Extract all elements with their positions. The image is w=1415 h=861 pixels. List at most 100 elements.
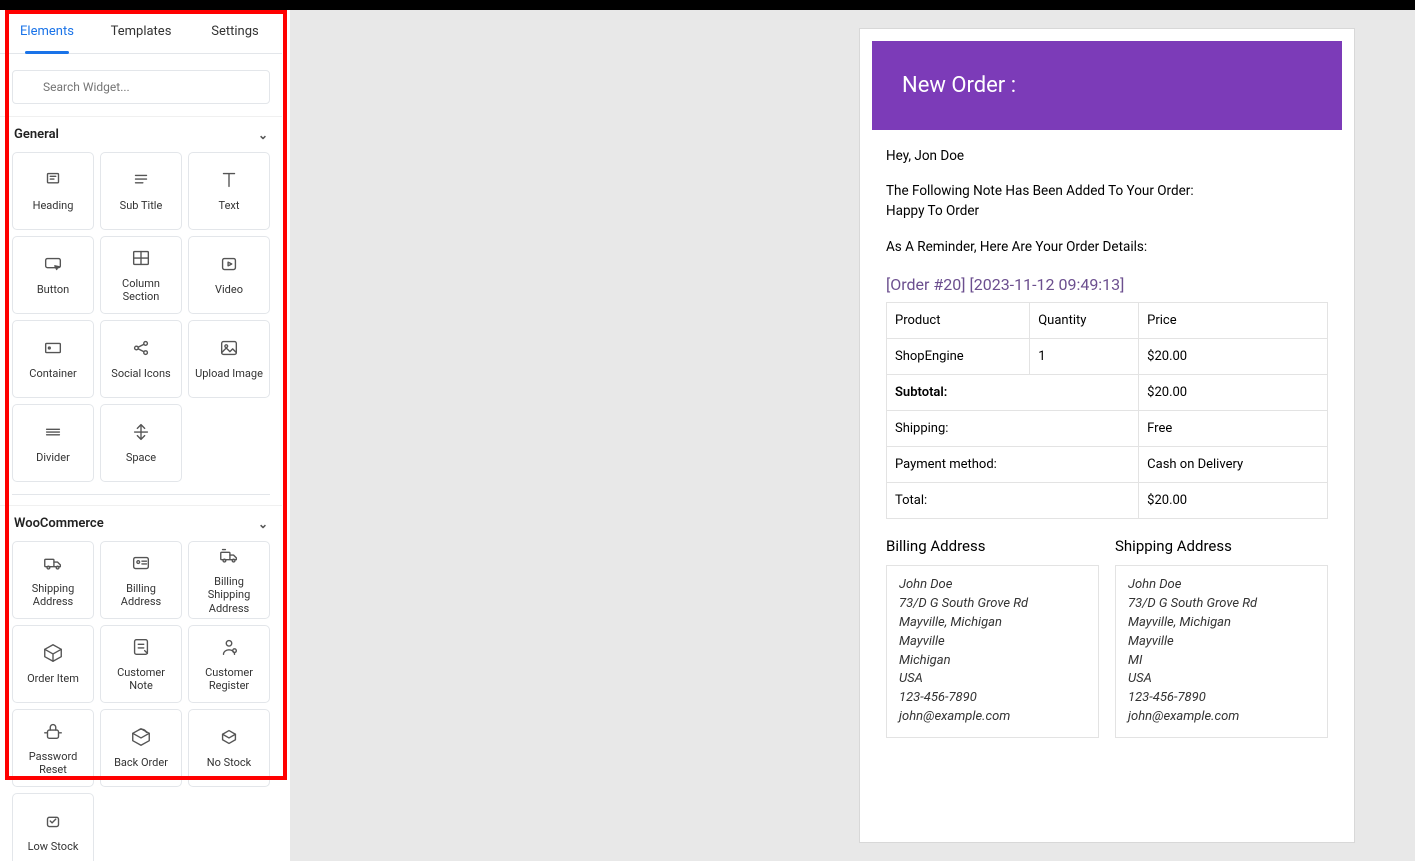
sidebar: Elements Templates Settings General ⌄ He… [0, 10, 290, 861]
cell-price: $20.00 [1139, 339, 1328, 375]
widget-user[interactable]: Customer Register [188, 625, 270, 703]
widget-social[interactable]: Social Icons [100, 320, 182, 398]
group-label-general: General [14, 127, 59, 142]
widget-button[interactable]: Button [12, 236, 94, 314]
table-row: ShopEngine 1 $20.00 [887, 339, 1328, 375]
tab-elements[interactable]: Elements [0, 10, 94, 53]
truck2-icon [218, 545, 240, 567]
subtotal-value: $20.00 [1139, 375, 1328, 411]
card-icon [130, 552, 152, 574]
tab-settings[interactable]: Settings [188, 10, 282, 53]
widget-columns[interactable]: Column Section [100, 236, 182, 314]
divider-icon [42, 421, 64, 443]
table-row: Payment method: Cash on Delivery [887, 447, 1328, 483]
box-icon [42, 642, 64, 664]
th-price: Price [1139, 303, 1328, 339]
table-row: Shipping: Free [887, 411, 1328, 447]
widget-label: No Stock [203, 756, 255, 769]
shipping-label: Shipping: [887, 411, 1139, 447]
widget-card[interactable]: Billing Address [100, 541, 182, 619]
widget-label: Shipping Address [13, 582, 93, 608]
widget-truck2[interactable]: Billing Shipping Address [188, 541, 270, 619]
payment-value: Cash on Delivery [1139, 447, 1328, 483]
button-icon [42, 253, 64, 275]
group-head-woo[interactable]: WooCommerce ⌄ [0, 505, 282, 541]
tabs-row: Elements Templates Settings [0, 10, 282, 54]
widget-divider[interactable]: Divider [12, 404, 94, 482]
addr-line: Mayville, Michigan [899, 614, 1086, 633]
widget-label: Container [25, 367, 80, 380]
canvas: New Order : Hey, Jon Doe The Following N… [290, 10, 1415, 861]
boxlow-icon [42, 810, 64, 832]
widget-note[interactable]: Customer Note [100, 625, 182, 703]
widget-label: Password Reset [13, 750, 93, 776]
table-row: Subtotal: $20.00 [887, 375, 1328, 411]
widget-box[interactable]: Order Item [12, 625, 94, 703]
order-meta: [Order #20] [2023-11-12 09:49:13] [886, 275, 1328, 294]
user-icon [218, 636, 240, 658]
search-wrap [0, 54, 282, 116]
widget-label: Low Stock [24, 840, 83, 853]
widget-boxno[interactable]: No Stock [188, 709, 270, 787]
widget-label: Back Order [110, 756, 172, 769]
addr-line: Michigan [899, 652, 1086, 671]
addr-line: USA [899, 670, 1086, 689]
addr-line: Mayville [899, 633, 1086, 652]
widget-label: Video [211, 283, 247, 296]
addr-line: 73/D G South Grove Rd [1128, 595, 1315, 614]
addr-line: John Doe [899, 576, 1086, 595]
widget-heading[interactable]: Heading [12, 152, 94, 230]
search-input[interactable] [12, 70, 270, 104]
app-topbar [0, 0, 1415, 10]
addr-line: 123-456-7890 [899, 689, 1086, 708]
th-qty: Quantity [1030, 303, 1139, 339]
widgets-woo: Shipping Address Billing AddressBilling S… [0, 541, 282, 861]
widget-image[interactable]: Upload Image [188, 320, 270, 398]
billing-head: Billing Address [886, 537, 1099, 555]
addr-line: MI [1128, 652, 1315, 671]
billing-box: John Doe 73/D G South Grove Rd Mayville,… [886, 565, 1099, 738]
widget-video[interactable]: Video [188, 236, 270, 314]
addr-line: Mayville, Michigan [1128, 614, 1315, 633]
group-label-woo: WooCommerce [14, 516, 104, 531]
email-header-title: New Order : [902, 73, 1016, 98]
widget-truck[interactable]: Shipping Address [12, 541, 94, 619]
container-icon [42, 337, 64, 359]
note-intro: The Following Note Has Been Added To You… [886, 183, 1194, 199]
widgets-general: Heading Sub Title Text ButtonColumn Section… [0, 152, 282, 494]
note-icon [130, 636, 152, 658]
widget-boxlow[interactable]: Low Stock [12, 793, 94, 861]
widget-text[interactable]: Text [188, 152, 270, 230]
boxno-icon [218, 726, 240, 748]
widget-lock[interactable]: Password Reset [12, 709, 94, 787]
widget-subtitle[interactable]: Sub Title [100, 152, 182, 230]
boxback-icon [130, 726, 152, 748]
total-value: $20.00 [1139, 483, 1328, 519]
addr-line: Mayville [1128, 633, 1315, 652]
text-icon [218, 169, 240, 191]
widget-label: Order Item [23, 672, 83, 685]
widget-label: Customer Note [101, 666, 181, 692]
total-label: Total: [887, 483, 1139, 519]
widget-label: Sub Title [116, 199, 167, 212]
addr-line: 73/D G South Grove Rd [899, 595, 1086, 614]
widget-label: Customer Register [189, 666, 269, 692]
widget-label: Upload Image [191, 367, 267, 380]
chevron-down-icon: ⌄ [258, 517, 268, 531]
th-product: Product [887, 303, 1030, 339]
widget-label: Divider [32, 451, 74, 464]
tab-templates[interactable]: Templates [94, 10, 188, 53]
shipping-box: John Doe 73/D G South Grove Rd Mayville,… [1115, 565, 1328, 738]
addr-line: john@example.com [1128, 708, 1315, 727]
email-card: New Order : Hey, Jon Doe The Following N… [859, 28, 1355, 843]
chevron-down-icon: ⌄ [258, 128, 268, 142]
widget-boxback[interactable]: Back Order [100, 709, 182, 787]
group-head-general[interactable]: General ⌄ [0, 116, 282, 152]
shipping-head: Shipping Address [1115, 537, 1328, 555]
widget-container[interactable]: Container [12, 320, 94, 398]
addr-line: John Doe [1128, 576, 1315, 595]
addresses: Billing Address John Doe 73/D G South Gr… [886, 537, 1328, 738]
widget-space[interactable]: Space [100, 404, 182, 482]
heading-icon [42, 169, 64, 191]
addr-line: john@example.com [899, 708, 1086, 727]
